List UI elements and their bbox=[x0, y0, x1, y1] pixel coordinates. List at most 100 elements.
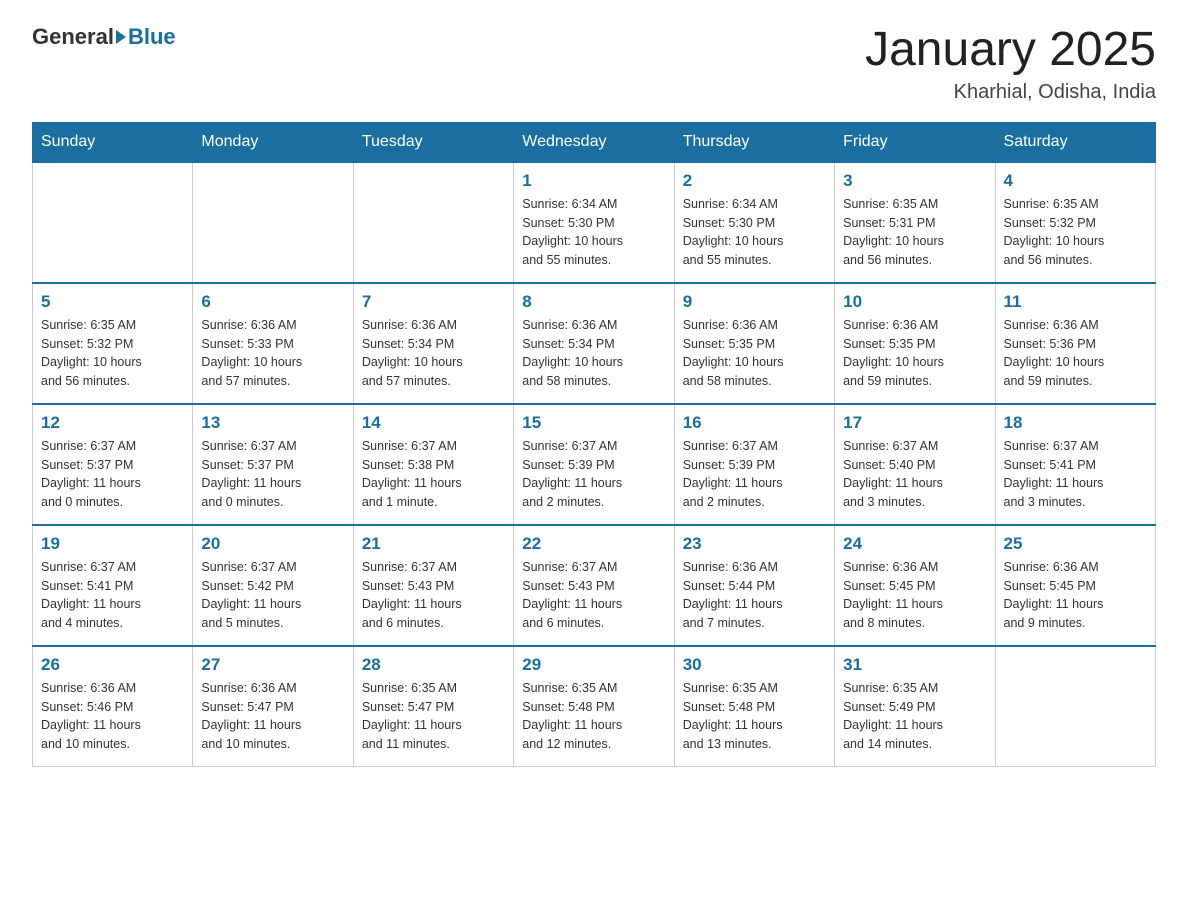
day-number: 18 bbox=[1004, 413, 1147, 433]
location-label: Kharhial, Odisha, India bbox=[865, 81, 1156, 104]
week-row-2: 5 Sunrise: 6:35 AM Sunset: 5:32 PM Daylig… bbox=[33, 283, 1156, 404]
day-number: 31 bbox=[843, 655, 986, 675]
day-number: 10 bbox=[843, 292, 986, 312]
title-section: January 2025 Kharhial, Odisha, India bbox=[865, 24, 1156, 104]
day-cell: 20 Sunrise: 6:37 AM Sunset: 5:42 PM Dayli… bbox=[193, 525, 353, 646]
day-info: Sunrise: 6:37 AM Sunset: 5:42 PM Dayligh… bbox=[201, 558, 344, 633]
day-info: Sunrise: 6:34 AM Sunset: 5:30 PM Dayligh… bbox=[683, 195, 826, 270]
day-cell: 25 Sunrise: 6:36 AM Sunset: 5:45 PM Dayli… bbox=[995, 525, 1155, 646]
day-cell: 23 Sunrise: 6:36 AM Sunset: 5:44 PM Dayli… bbox=[674, 525, 834, 646]
logo-blue-text: Blue bbox=[128, 24, 176, 50]
day-info: Sunrise: 6:35 AM Sunset: 5:31 PM Dayligh… bbox=[843, 195, 986, 270]
logo: General Blue bbox=[32, 24, 176, 50]
day-cell: 28 Sunrise: 6:35 AM Sunset: 5:47 PM Dayli… bbox=[353, 646, 513, 767]
day-info: Sunrise: 6:37 AM Sunset: 5:39 PM Dayligh… bbox=[522, 437, 665, 512]
day-number: 23 bbox=[683, 534, 826, 554]
day-info: Sunrise: 6:35 AM Sunset: 5:32 PM Dayligh… bbox=[1004, 195, 1147, 270]
day-number: 28 bbox=[362, 655, 505, 675]
day-number: 30 bbox=[683, 655, 826, 675]
day-number: 3 bbox=[843, 171, 986, 191]
day-cell: 18 Sunrise: 6:37 AM Sunset: 5:41 PM Dayli… bbox=[995, 404, 1155, 525]
week-row-5: 26Sunrise: 6:36 AM Sunset: 5:46 PM Dayli… bbox=[33, 646, 1156, 767]
day-number: 6 bbox=[201, 292, 344, 312]
column-header-tuesday: Tuesday bbox=[353, 122, 513, 162]
logo-arrow-icon bbox=[116, 30, 126, 44]
day-info: Sunrise: 6:37 AM Sunset: 5:39 PM Dayligh… bbox=[683, 437, 826, 512]
logo-general-text: General bbox=[32, 24, 114, 50]
week-row-4: 19 Sunrise: 6:37 AM Sunset: 5:41 PM Dayli… bbox=[33, 525, 1156, 646]
day-cell: 21Sunrise: 6:37 AM Sunset: 5:43 PM Dayli… bbox=[353, 525, 513, 646]
day-number: 9 bbox=[683, 292, 826, 312]
day-cell: 4 Sunrise: 6:35 AM Sunset: 5:32 PM Daylig… bbox=[995, 162, 1155, 283]
day-number: 5 bbox=[41, 292, 184, 312]
day-cell: 1 Sunrise: 6:34 AM Sunset: 5:30 PM Daylig… bbox=[514, 162, 674, 283]
day-info: Sunrise: 6:36 AM Sunset: 5:34 PM Dayligh… bbox=[362, 316, 505, 391]
day-number: 24 bbox=[843, 534, 986, 554]
day-cell: 19 Sunrise: 6:37 AM Sunset: 5:41 PM Dayli… bbox=[33, 525, 193, 646]
day-info: Sunrise: 6:37 AM Sunset: 5:38 PM Dayligh… bbox=[362, 437, 505, 512]
day-number: 1 bbox=[522, 171, 665, 191]
day-number: 26 bbox=[41, 655, 184, 675]
day-info: Sunrise: 6:37 AM Sunset: 5:43 PM Dayligh… bbox=[522, 558, 665, 633]
day-cell: 31Sunrise: 6:35 AM Sunset: 5:49 PM Dayli… bbox=[835, 646, 995, 767]
day-number: 17 bbox=[843, 413, 986, 433]
day-cell: 8Sunrise: 6:36 AM Sunset: 5:34 PM Daylig… bbox=[514, 283, 674, 404]
day-cell: 29Sunrise: 6:35 AM Sunset: 5:48 PM Dayli… bbox=[514, 646, 674, 767]
day-cell: 6 Sunrise: 6:36 AM Sunset: 5:33 PM Daylig… bbox=[193, 283, 353, 404]
day-number: 25 bbox=[1004, 534, 1147, 554]
day-number: 4 bbox=[1004, 171, 1147, 191]
day-number: 16 bbox=[683, 413, 826, 433]
day-number: 20 bbox=[201, 534, 344, 554]
day-info: Sunrise: 6:36 AM Sunset: 5:35 PM Dayligh… bbox=[843, 316, 986, 391]
day-info: Sunrise: 6:36 AM Sunset: 5:44 PM Dayligh… bbox=[683, 558, 826, 633]
day-info: Sunrise: 6:36 AM Sunset: 5:45 PM Dayligh… bbox=[1004, 558, 1147, 633]
day-info: Sunrise: 6:36 AM Sunset: 5:33 PM Dayligh… bbox=[201, 316, 344, 391]
day-number: 21 bbox=[362, 534, 505, 554]
day-info: Sunrise: 6:37 AM Sunset: 5:41 PM Dayligh… bbox=[1004, 437, 1147, 512]
day-cell: 15 Sunrise: 6:37 AM Sunset: 5:39 PM Dayli… bbox=[514, 404, 674, 525]
day-number: 11 bbox=[1004, 292, 1147, 312]
day-cell: 27Sunrise: 6:36 AM Sunset: 5:47 PM Dayli… bbox=[193, 646, 353, 767]
month-title: January 2025 bbox=[865, 24, 1156, 77]
day-cell bbox=[353, 162, 513, 283]
column-header-saturday: Saturday bbox=[995, 122, 1155, 162]
day-cell: 24 Sunrise: 6:36 AM Sunset: 5:45 PM Dayli… bbox=[835, 525, 995, 646]
day-cell: 7Sunrise: 6:36 AM Sunset: 5:34 PM Daylig… bbox=[353, 283, 513, 404]
day-info: Sunrise: 6:35 AM Sunset: 5:47 PM Dayligh… bbox=[362, 679, 505, 754]
day-number: 15 bbox=[522, 413, 665, 433]
day-cell: 3 Sunrise: 6:35 AM Sunset: 5:31 PM Daylig… bbox=[835, 162, 995, 283]
day-number: 22 bbox=[522, 534, 665, 554]
day-cell: 9 Sunrise: 6:36 AM Sunset: 5:35 PM Daylig… bbox=[674, 283, 834, 404]
week-row-3: 12Sunrise: 6:37 AM Sunset: 5:37 PM Dayli… bbox=[33, 404, 1156, 525]
day-cell: 2 Sunrise: 6:34 AM Sunset: 5:30 PM Daylig… bbox=[674, 162, 834, 283]
day-cell bbox=[193, 162, 353, 283]
day-info: Sunrise: 6:35 AM Sunset: 5:48 PM Dayligh… bbox=[683, 679, 826, 754]
day-info: Sunrise: 6:36 AM Sunset: 5:36 PM Dayligh… bbox=[1004, 316, 1147, 391]
column-header-sunday: Sunday bbox=[33, 122, 193, 162]
day-number: 8 bbox=[522, 292, 665, 312]
day-info: Sunrise: 6:34 AM Sunset: 5:30 PM Dayligh… bbox=[522, 195, 665, 270]
day-number: 19 bbox=[41, 534, 184, 554]
day-info: Sunrise: 6:37 AM Sunset: 5:37 PM Dayligh… bbox=[41, 437, 184, 512]
day-info: Sunrise: 6:37 AM Sunset: 5:40 PM Dayligh… bbox=[843, 437, 986, 512]
day-info: Sunrise: 6:36 AM Sunset: 5:45 PM Dayligh… bbox=[843, 558, 986, 633]
day-number: 2 bbox=[683, 171, 826, 191]
week-row-1: 1 Sunrise: 6:34 AM Sunset: 5:30 PM Daylig… bbox=[33, 162, 1156, 283]
page-header: General Blue January 2025 Kharhial, Odis… bbox=[32, 24, 1156, 104]
day-cell: 30 Sunrise: 6:35 AM Sunset: 5:48 PM Dayli… bbox=[674, 646, 834, 767]
day-cell: 10 Sunrise: 6:36 AM Sunset: 5:35 PM Dayli… bbox=[835, 283, 995, 404]
day-cell: 13Sunrise: 6:37 AM Sunset: 5:37 PM Dayli… bbox=[193, 404, 353, 525]
day-number: 27 bbox=[201, 655, 344, 675]
day-number: 14 bbox=[362, 413, 505, 433]
day-cell: 12Sunrise: 6:37 AM Sunset: 5:37 PM Dayli… bbox=[33, 404, 193, 525]
day-info: Sunrise: 6:35 AM Sunset: 5:32 PM Dayligh… bbox=[41, 316, 184, 391]
day-info: Sunrise: 6:36 AM Sunset: 5:35 PM Dayligh… bbox=[683, 316, 826, 391]
day-info: Sunrise: 6:37 AM Sunset: 5:41 PM Dayligh… bbox=[41, 558, 184, 633]
header-row: SundayMondayTuesdayWednesdayThursdayFrid… bbox=[33, 122, 1156, 162]
day-cell: 26Sunrise: 6:36 AM Sunset: 5:46 PM Dayli… bbox=[33, 646, 193, 767]
day-info: Sunrise: 6:35 AM Sunset: 5:48 PM Dayligh… bbox=[522, 679, 665, 754]
column-header-friday: Friday bbox=[835, 122, 995, 162]
day-cell bbox=[33, 162, 193, 283]
column-header-wednesday: Wednesday bbox=[514, 122, 674, 162]
day-cell: 11 Sunrise: 6:36 AM Sunset: 5:36 PM Dayli… bbox=[995, 283, 1155, 404]
